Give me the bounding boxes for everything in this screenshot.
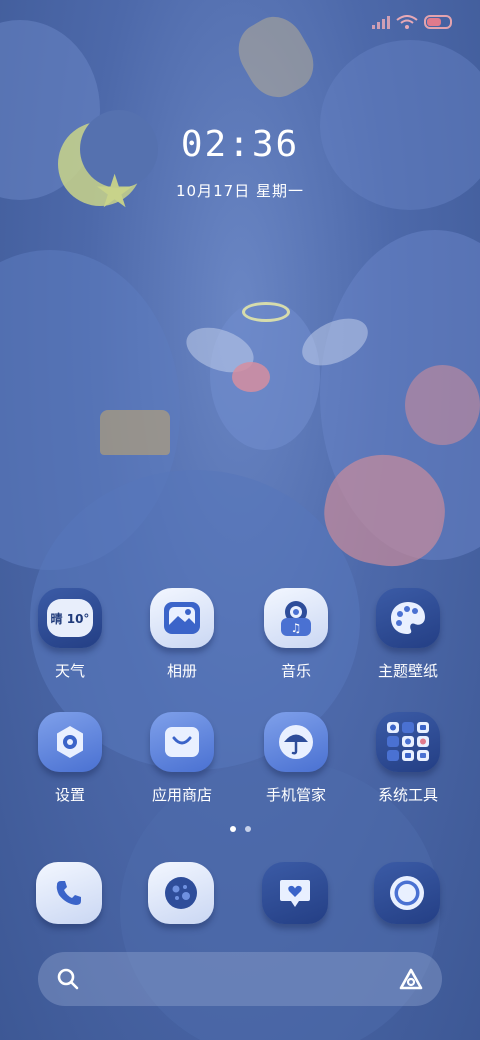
app-weather[interactable]: 晴 10° 天气 (15, 588, 125, 681)
weather-widget-text: 晴 10° (50, 611, 90, 626)
gallery-icon (150, 588, 214, 648)
app-label: 手机管家 (265, 786, 326, 804)
app-label: 系统工具 (377, 786, 438, 804)
weather-icon: 晴 10° (38, 588, 102, 648)
message-heart-icon (262, 862, 328, 924)
search-bar[interactable] (38, 952, 442, 1006)
status-bar (372, 12, 452, 32)
dock-camera[interactable] (352, 862, 462, 924)
dock-phone[interactable] (14, 862, 124, 924)
page-indicator (0, 826, 480, 832)
browser-icon (148, 862, 214, 924)
app-system-tools[interactable]: 系统工具 (353, 712, 463, 805)
battery-icon (424, 15, 452, 29)
app-label: 设置 (54, 786, 85, 804)
app-store[interactable]: 应用商店 (127, 712, 237, 805)
clock-date: 10月17日 星期一 (176, 182, 304, 200)
phone-icon (36, 862, 102, 924)
palette-icon (376, 588, 440, 648)
app-label: 天气 (54, 662, 85, 680)
app-label: 主题壁纸 (377, 662, 438, 680)
assistant-icon[interactable] (398, 967, 424, 991)
camera-icon (374, 862, 440, 924)
dock-browser[interactable] (126, 862, 236, 924)
search-icon[interactable] (56, 967, 80, 991)
signal-icon (372, 15, 390, 29)
shopping-bag-icon (150, 712, 214, 772)
app-label: 音乐 (280, 662, 311, 680)
svg-text:♫: ♫ (291, 621, 302, 635)
wifi-icon (396, 15, 418, 29)
folder-icon (376, 712, 440, 772)
page-dot[interactable] (244, 826, 251, 832)
dock-messages[interactable] (240, 862, 350, 924)
app-label: 相册 (166, 662, 197, 680)
app-label: 应用商店 (151, 786, 212, 804)
gear-icon (38, 712, 102, 772)
music-icon: ♫ (264, 588, 328, 648)
app-music[interactable]: ♫ 音乐 (241, 588, 351, 681)
app-security[interactable]: 手机管家 (241, 712, 351, 805)
app-themes[interactable]: 主题壁纸 (353, 588, 463, 681)
umbrella-icon (264, 712, 328, 772)
app-gallery[interactable]: 相册 (127, 588, 237, 681)
page-dot-active[interactable] (229, 826, 236, 832)
clock-time: 02:36 (180, 124, 300, 165)
app-settings[interactable]: 设置 (15, 712, 125, 805)
